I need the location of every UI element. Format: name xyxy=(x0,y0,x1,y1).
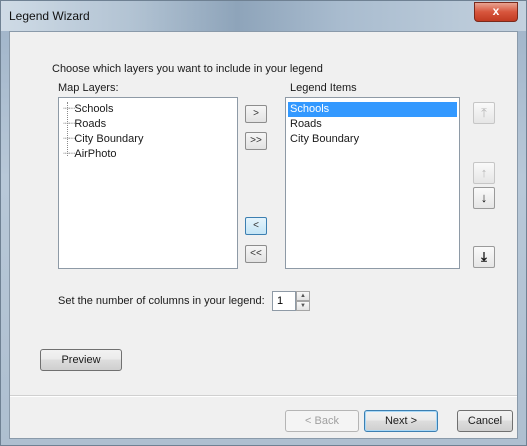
layer-item[interactable]: ┈┈City Boundary xyxy=(59,132,143,147)
tree-connector-icon: ┈┈ xyxy=(59,148,75,160)
window-title: Legend Wizard xyxy=(9,9,90,23)
columns-label: Set the number of columns in your legend… xyxy=(58,295,265,307)
legend-item-selected[interactable]: Schools xyxy=(288,102,457,117)
legend-items-label: Legend Items xyxy=(290,82,357,94)
legend-items-list[interactable]: Schools Roads City Boundary xyxy=(285,97,460,269)
layer-item-label: Schools xyxy=(74,103,114,115)
add-layer-button[interactable]: > xyxy=(245,105,267,123)
legend-item[interactable]: Roads xyxy=(288,117,457,132)
remove-all-layers-button[interactable]: << xyxy=(245,245,267,263)
instruction-text: Choose which layers you want to include … xyxy=(52,63,323,75)
cancel-button[interactable]: Cancel xyxy=(457,410,513,432)
tree-connector-icon: ┈┈ xyxy=(59,103,75,115)
move-top-icon: ⤒ xyxy=(481,105,487,120)
close-button[interactable]: x xyxy=(474,2,518,22)
move-bottom-icon: ⤓ xyxy=(481,249,487,264)
add-all-layers-button[interactable]: >> xyxy=(245,132,267,150)
layer-item-label: City Boundary xyxy=(74,133,144,145)
layer-item[interactable]: ┈┈Roads xyxy=(59,117,106,132)
tree-connector-icon: ┈┈ xyxy=(59,133,75,145)
layer-item-label: Roads xyxy=(74,118,107,130)
columns-input[interactable] xyxy=(272,291,296,311)
legend-item[interactable]: City Boundary xyxy=(288,132,457,147)
arrow-down-icon: ↓ xyxy=(480,190,488,205)
legend-wizard-window: Legend Wizard x Choose which layers you … xyxy=(0,0,527,446)
move-up-button[interactable]: ↑ xyxy=(473,162,495,184)
map-layers-label: Map Layers: xyxy=(58,82,119,94)
map-layers-list[interactable]: ┈┈Schools ┈┈Roads ┈┈City Boundary ┈┈AirP… xyxy=(58,97,238,269)
dialog-body: Choose which layers you want to include … xyxy=(9,31,518,439)
arrow-up-icon: ↑ xyxy=(480,165,488,180)
tree-connector-icon: ┈┈ xyxy=(59,118,75,130)
layer-item[interactable]: ┈┈Schools xyxy=(59,102,114,117)
spin-up-icon[interactable]: ▲ xyxy=(296,291,310,301)
columns-stepper: ▲ ▼ xyxy=(296,291,310,311)
title-bar[interactable]: Legend Wizard x xyxy=(1,1,526,31)
remove-layer-button[interactable]: < xyxy=(245,217,267,235)
move-to-top-button[interactable]: ⤒ xyxy=(473,102,495,124)
move-down-button[interactable]: ↓ xyxy=(473,187,495,209)
spin-down-icon[interactable]: ▼ xyxy=(296,301,310,311)
layer-item[interactable]: ┈┈AirPhoto xyxy=(59,147,117,162)
back-button[interactable]: < Back xyxy=(285,410,359,432)
footer-separator xyxy=(10,395,517,397)
next-button[interactable]: Next > xyxy=(364,410,438,432)
layer-item-label: AirPhoto xyxy=(74,148,117,160)
preview-button[interactable]: Preview xyxy=(40,349,122,371)
move-to-bottom-button[interactable]: ⤓ xyxy=(473,246,495,268)
